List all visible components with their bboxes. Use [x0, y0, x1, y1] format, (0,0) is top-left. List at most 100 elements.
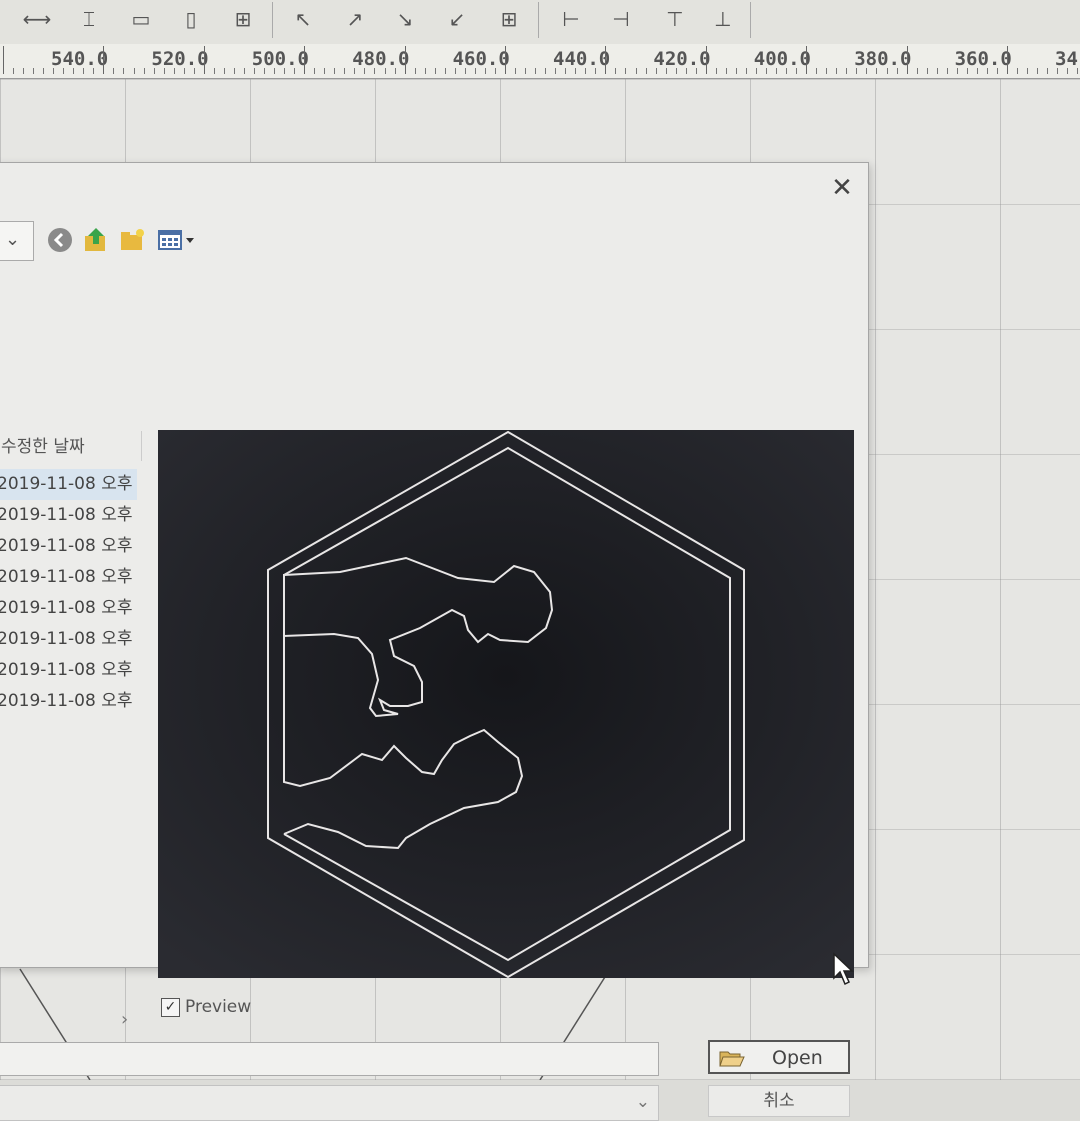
file-row[interactable]: 2019-11-08 오후: [0, 469, 137, 500]
ruler-label: 400.0: [753, 48, 811, 70]
ruler-tick: [444, 68, 446, 74]
ruler-label: 34: [1055, 48, 1078, 70]
file-date: 2019-11-08 오후: [0, 660, 133, 680]
ruler-tick: [23, 68, 25, 74]
same-width-icon[interactable]: ▯: [176, 4, 206, 34]
same-height-icon[interactable]: ▭: [126, 4, 156, 34]
horizontal-ruler[interactable]: 540.0 520.0 500.0 480.0 460.0 440.0 420.0 400.0…: [0, 44, 1080, 79]
ruler-major-tick: [404, 46, 406, 74]
align-center-icon[interactable]: ⊞: [494, 4, 524, 34]
ruler-tick: [525, 68, 527, 74]
ruler-tick: [223, 68, 225, 74]
ruler-tick: [233, 68, 235, 74]
ruler-tick: [816, 68, 818, 74]
filetype-select[interactable]: ⌄: [0, 1085, 659, 1121]
view-menu-button[interactable]: [155, 225, 199, 255]
file-row[interactable]: 2019-11-08 오후: [0, 562, 137, 593]
cancel-button[interactable]: 취소: [708, 1085, 850, 1117]
ruler-tick: [645, 68, 647, 74]
ruler-tick: [414, 68, 416, 74]
ruler-tick: [314, 68, 316, 74]
back-button[interactable]: [45, 225, 75, 255]
center-icon[interactable]: ⊞: [228, 4, 258, 34]
file-row[interactable]: 2019-11-08 오후: [0, 686, 137, 717]
align-right-icon[interactable]: ⊣: [606, 4, 636, 34]
view-grid-icon: [158, 230, 194, 250]
preview-checkbox-label[interactable]: Preview: [185, 997, 251, 1017]
open-file-dialog: ✕ ⌄ 수정한 날짜 2019-11-08 오후 2019-11-08 오후 2…: [0, 162, 869, 1121]
ruler-tick: [926, 68, 928, 74]
ruler-label: 360.0: [954, 48, 1012, 70]
new-folder-icon: [121, 229, 144, 250]
align-bottom-icon[interactable]: ⊥: [708, 4, 738, 34]
ruler-tick: [344, 68, 346, 74]
ruler-tick: [715, 68, 717, 74]
file-row[interactable]: 2019-11-08 오후: [0, 531, 137, 562]
align-left-icon[interactable]: ⊢: [556, 4, 586, 34]
ruler-tick: [434, 68, 436, 74]
file-date: 2019-11-08 오후: [0, 598, 133, 618]
file-date: 2019-11-08 오후: [0, 629, 133, 649]
ruler-tick: [113, 68, 115, 74]
toolbar-separator: [538, 2, 539, 38]
ruler-tick: [535, 68, 537, 74]
ruler-tick: [143, 68, 145, 74]
file-row[interactable]: 2019-11-08 오후: [0, 624, 137, 655]
mouse-cursor-icon: [833, 952, 854, 986]
ruler-tick: [625, 68, 627, 74]
open-button[interactable]: Open: [708, 1040, 850, 1074]
ruler-label: 440.0: [553, 48, 611, 70]
up-folder-button[interactable]: [81, 225, 111, 255]
file-row[interactable]: 2019-11-08 오후: [0, 593, 137, 624]
ruler-tick: [916, 68, 918, 74]
ruler-tick: [334, 68, 336, 74]
chevron-right-icon[interactable]: ›: [121, 1009, 128, 1030]
ruler-tick: [243, 68, 245, 74]
ruler-tick: [615, 68, 617, 74]
ruler-tick: [946, 68, 948, 74]
ruler-major-tick: [705, 46, 707, 74]
ruler-label: 460.0: [452, 48, 510, 70]
align-top-icon[interactable]: ⊤: [660, 4, 690, 34]
column-header-date-modified[interactable]: 수정한 날짜: [0, 431, 142, 461]
ruler-tick: [213, 68, 215, 74]
distribute-horizontal-icon[interactable]: ⟷: [22, 4, 52, 34]
ruler-major-tick: [1007, 46, 1008, 74]
ruler-tick: [133, 68, 135, 74]
preview-image: [158, 430, 854, 978]
open-button-label: Open: [772, 1047, 823, 1069]
filename-input[interactable]: [0, 1042, 659, 1076]
align-bottom-left-icon[interactable]: ↙: [442, 4, 472, 34]
location-dropdown[interactable]: ⌄: [0, 221, 34, 261]
ruler-major-tick: [103, 46, 105, 74]
ruler-tick: [725, 68, 727, 74]
file-list[interactable]: 수정한 날짜 2019-11-08 오후 2019-11-08 오후 2019-11…: [0, 431, 142, 721]
align-bottom-right-icon[interactable]: ↘: [390, 4, 420, 34]
file-date: 2019-11-08 오후: [0, 691, 133, 711]
ruler-tick: [846, 68, 848, 74]
file-date: 2019-11-08 오후: [0, 505, 133, 525]
ruler-tick: [826, 68, 828, 74]
new-folder-button[interactable]: [117, 225, 147, 255]
ruler-tick: [735, 68, 737, 74]
distribute-vertical-icon[interactable]: ⌶: [74, 4, 104, 34]
file-date: 2019-11-08 오후: [0, 567, 133, 587]
ruler-tick: [13, 68, 15, 74]
file-date: 2019-11-08 오후: [0, 536, 133, 556]
file-row[interactable]: 2019-11-08 오후: [0, 500, 137, 531]
ruler-tick: [1017, 68, 1019, 74]
open-folder-icon: [718, 1046, 746, 1073]
chevron-down-icon: ⌄: [5, 229, 21, 250]
ruler-tick: [1037, 68, 1039, 74]
alignment-toolbar: ⟷ ⌶ ▭ ▯ ⊞ ↖ ↗ ↘ ↙ ⊞ ⊢ ⊣ ⊤ ⊥: [0, 0, 1080, 45]
ruler-tick: [424, 68, 426, 74]
preview-checkbox[interactable]: ✓: [161, 998, 180, 1017]
align-top-right-icon[interactable]: ↗: [340, 4, 370, 34]
ruler-tick: [123, 68, 125, 74]
align-top-left-icon[interactable]: ↖: [288, 4, 318, 34]
file-row[interactable]: 2019-11-08 오후: [0, 655, 137, 686]
close-button[interactable]: ✕: [829, 175, 855, 201]
ruler-label: 500.0: [251, 48, 309, 70]
toolbar-separator: [750, 2, 751, 38]
ruler-tick: [43, 68, 45, 74]
